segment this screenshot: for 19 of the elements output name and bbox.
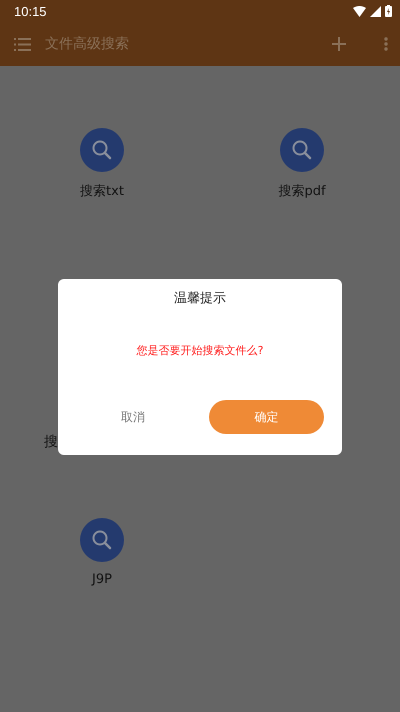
search-icon[interactable] bbox=[80, 518, 124, 562]
search-icon[interactable] bbox=[80, 128, 124, 172]
dialog-message: 您是否要开始搜索文件么? bbox=[136, 343, 264, 358]
cancel-button[interactable]: 取消 bbox=[58, 408, 208, 426]
confirm-button[interactable]: 确定 bbox=[209, 400, 324, 434]
add-icon[interactable] bbox=[332, 37, 346, 51]
signal-icon bbox=[370, 6, 381, 16]
search-icon[interactable] bbox=[280, 128, 324, 172]
dialog-title: 温馨提示 bbox=[174, 290, 226, 307]
wifi-icon bbox=[353, 6, 366, 16]
item-label: 搜索txt bbox=[80, 183, 124, 200]
battery-icon bbox=[385, 5, 392, 17]
item-label: 搜 bbox=[44, 434, 58, 450]
item-label: J9P bbox=[92, 572, 112, 587]
menu-icon[interactable] bbox=[14, 38, 31, 50]
status-time: 10:15 bbox=[14, 4, 47, 18]
more-icon[interactable] bbox=[384, 37, 388, 51]
item-label: 搜索pdf bbox=[278, 183, 326, 200]
toolbar-title: 文件高级搜索 bbox=[45, 35, 130, 53]
